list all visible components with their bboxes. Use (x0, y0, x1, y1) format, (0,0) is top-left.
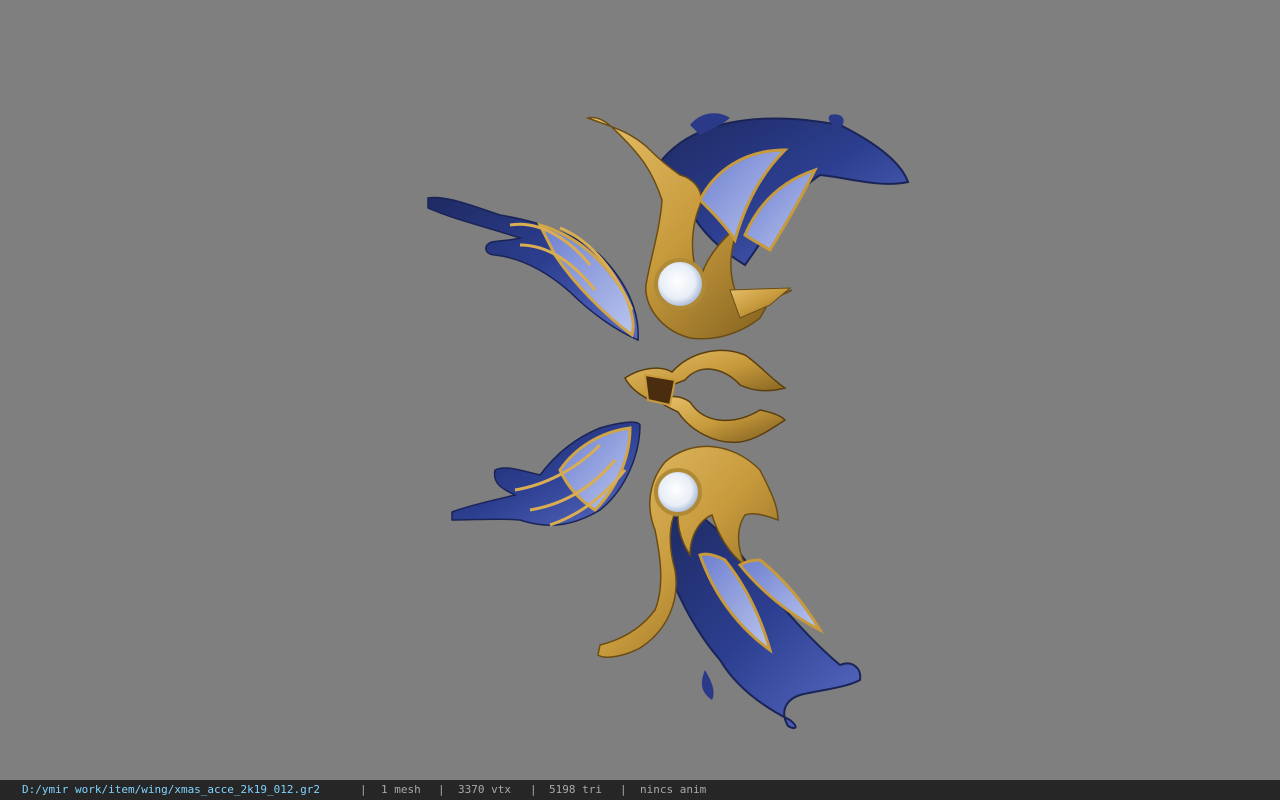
separator: | (620, 783, 627, 796)
bottom-small-feather (451, 421, 641, 527)
bottom-main-wing (597, 445, 862, 729)
wing-model-render (427, 113, 910, 729)
separator: | (438, 783, 445, 796)
center-clasp (624, 349, 787, 444)
status-bar: D:/ymir work/item/wing/xmas_acce_2k19_01… (0, 780, 1280, 800)
triangle-count: 5198 tri (549, 783, 602, 796)
top-main-wing (585, 113, 910, 340)
vertex-count: 3370 vtx (458, 783, 511, 796)
separator: | (360, 783, 367, 796)
mesh-count: 1 mesh (381, 783, 421, 796)
separator: | (530, 783, 537, 796)
anim-info: nincs anim (640, 783, 707, 796)
top-small-feather (427, 196, 639, 342)
file-path: D:/ymir work/item/wing/xmas_acce_2k19_01… (22, 783, 321, 796)
3d-viewport[interactable] (0, 0, 1280, 780)
